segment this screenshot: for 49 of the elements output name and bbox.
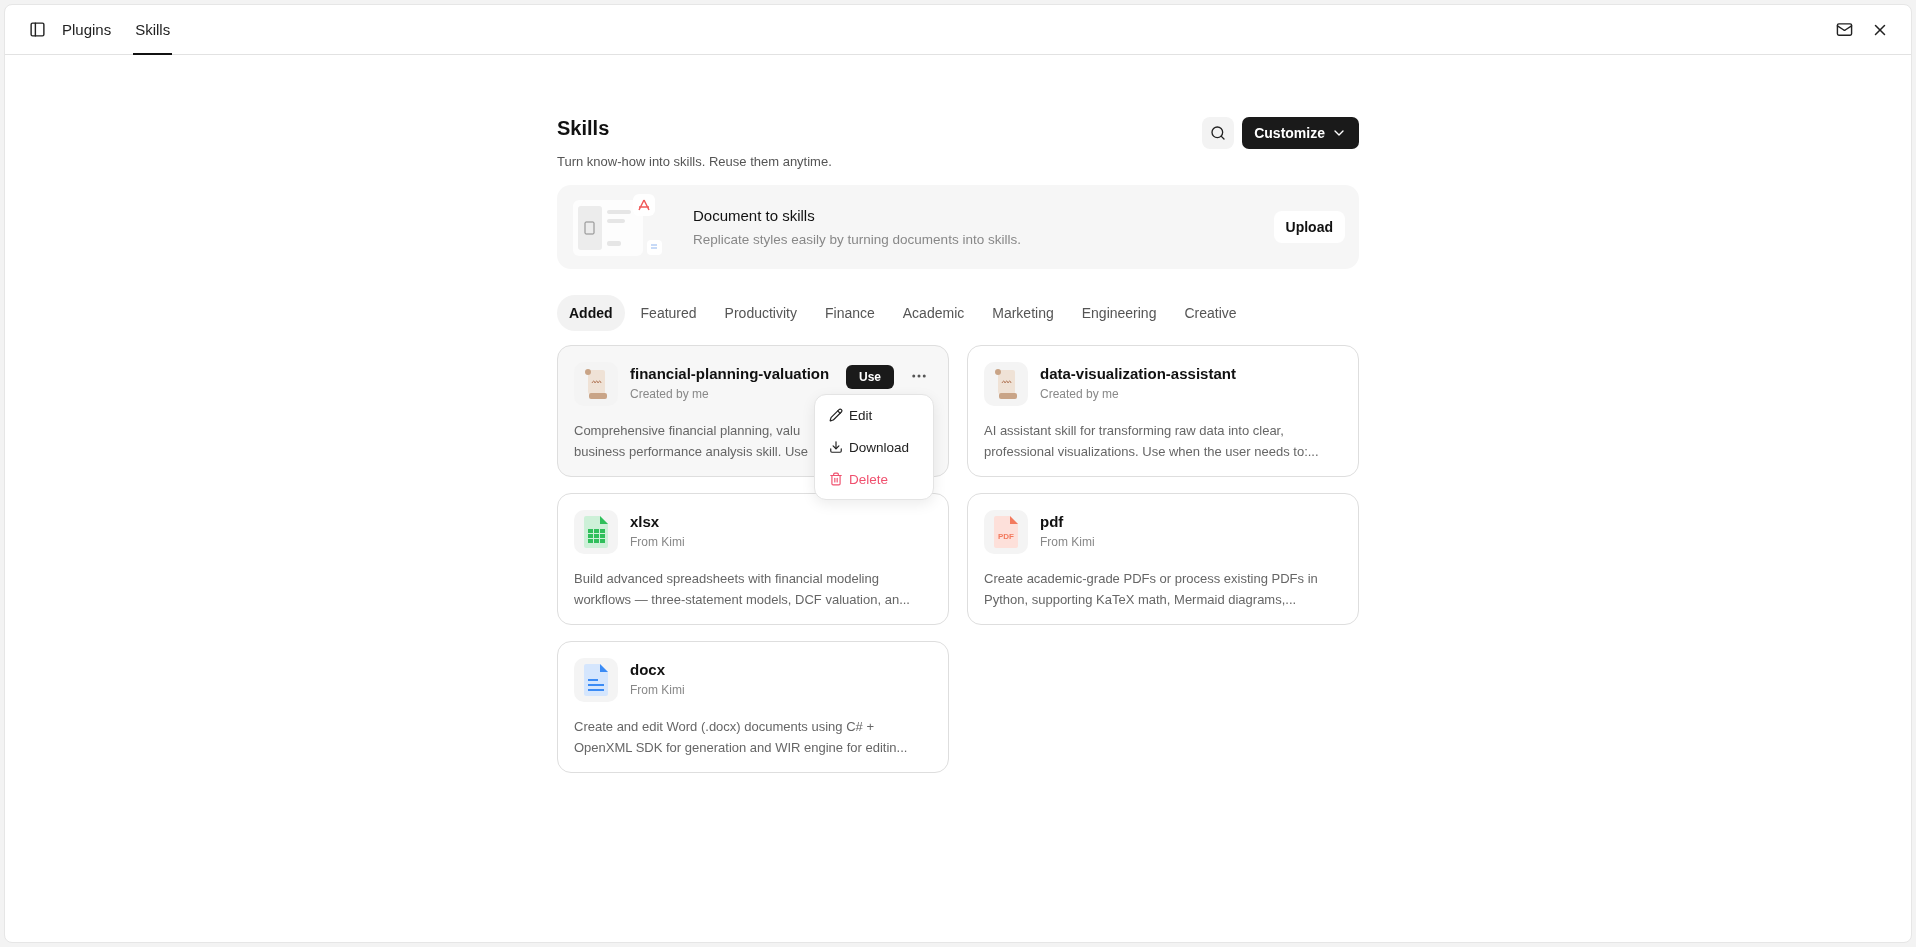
skill-card[interactable]: PDF pdf From Kimi Create academic-grade PDFs or process existing PDFs in Python, supporting KaTeX math, Mermaid diagrams,... [967,493,1359,625]
pdf-file-icon: PDF [993,515,1019,549]
category-tab[interactable]: Engineering [1069,295,1169,331]
download-icon [829,440,843,454]
page-subtitle: Turn know-how into skills. Reuse them anytime. [557,154,832,169]
skill-description: Create and edit Word (.docx) documents using C# + OpenXML SDK for generation and WIR engine for editin... [574,718,908,757]
category-tab[interactable]: Creative [1172,295,1249,331]
category-tab[interactable]: Academic [890,295,977,331]
skill-name: pdf [1040,513,1065,530]
use-button[interactable]: Use [846,365,894,389]
skill-source: From Kimi [1040,535,1096,549]
trash-icon [829,472,843,486]
menu-item[interactable]: Delete [821,465,927,493]
skill-source: From Kimi [630,683,686,697]
skill-card[interactable]: data-visualization-assistant Created by me AI assistant skill for transforming raw data into clear, professional visualizations. Use when the user needs to:... [967,345,1359,477]
search-button[interactable] [1202,117,1235,149]
skill-source: Created by me [1040,387,1120,401]
skill-name: financial-planning-valuation [630,365,831,382]
category-tab[interactable]: Finance [812,295,887,331]
top-tab[interactable]: Skills [133,4,173,55]
spreadsheet-icon [583,515,609,549]
banner-subtitle: Replicate styles easily by turning documents into skills. [693,232,1022,247]
scroll-icon [583,367,609,401]
pencil-icon [829,408,843,422]
category-tab[interactable]: Featured [628,295,709,331]
skill-description: Comprehensive financial planning, valu business performance analysis skill. Use [574,422,809,461]
skill-source: From Kimi [630,535,686,549]
upload-button[interactable]: Upload [1273,211,1345,243]
skill-name: xlsx [630,513,661,530]
skill-source: Created by me [630,387,710,401]
banner-title: Document to skills [693,207,816,224]
customize-button[interactable]: Customize [1242,117,1359,149]
skill-name: data-visualization-assistant [1040,365,1237,382]
scroll-icon [993,367,1019,401]
category-tab[interactable]: Productivity [712,295,809,331]
skill-card[interactable]: xlsx From Kimi Build advanced spreadsheets with financial modeling workflows — three-statement models, DCF valuation, an... [557,493,949,625]
skill-name: docx [630,661,666,678]
search-icon [1210,125,1227,141]
skill-description: AI assistant skill for transforming raw data into clear, professional visualizations. Use when the user needs to:... [984,422,1319,461]
category-tab[interactable]: Marketing [980,295,1066,331]
page-title: Skills [557,117,611,140]
top-tab[interactable]: Plugins [60,4,114,55]
skill-card[interactable]: docx From Kimi Create and edit Word (.docx) documents using C# + OpenXML SDK for generation and WIR engine for editin... [557,641,949,773]
category-tab[interactable]: Added [557,295,625,331]
menu-item[interactable]: Download [821,433,927,461]
skill-description: Build advanced spreadsheets with financial modeling workflows — three-statement models, DCF valuation, an... [574,570,910,609]
menu-item[interactable]: Edit [821,401,927,429]
skill-description: Create academic-grade PDFs or process existing PDFs in Python, supporting KaTeX math, Mermaid diagrams,... [984,570,1318,609]
document-icon [583,663,609,697]
